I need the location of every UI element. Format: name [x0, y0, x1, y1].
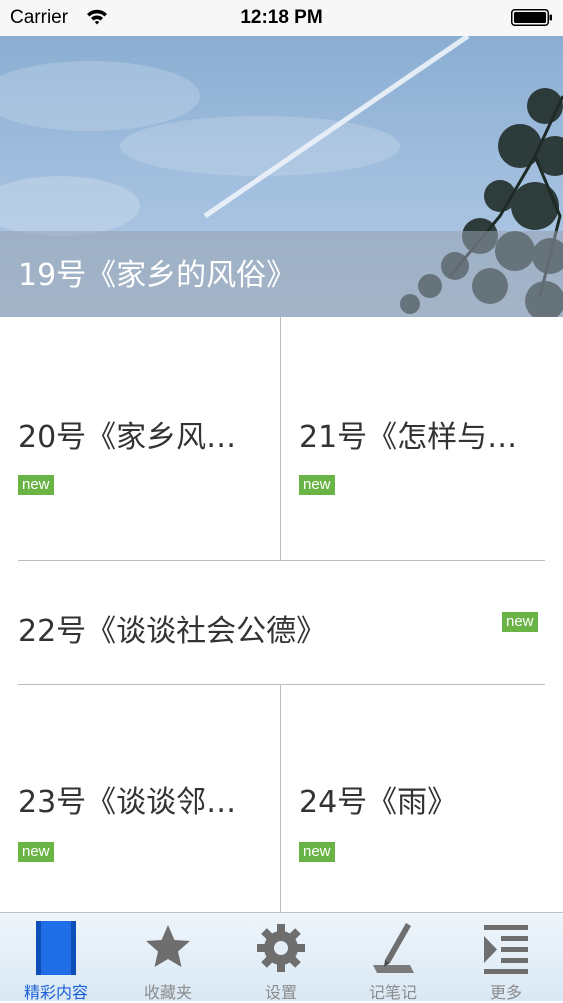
more-icon — [484, 925, 528, 974]
new-badge: new — [299, 475, 335, 495]
new-badge: new — [299, 842, 335, 862]
star-icon — [146, 925, 190, 967]
tab-label: 设置 — [264, 983, 297, 1002]
new-badge: new — [18, 842, 54, 862]
status-bar: Carrier 12:18 PM — [0, 0, 563, 36]
tab-bar: 精彩内容 收藏夹 设置 记笔记 更多 — [0, 912, 563, 1002]
tab-label: 更多 — [489, 983, 522, 1002]
new-badge: new — [502, 612, 538, 632]
hero-caption: 19号《家乡的风俗》 — [0, 231, 563, 317]
tab-favorites[interactable]: 收藏夹 — [112, 913, 224, 1002]
new-badge: new — [18, 475, 54, 495]
article-title: 20号《家乡风… — [18, 420, 237, 455]
tab-label: 精彩内容 — [23, 983, 88, 1002]
status-time: 12:18 PM — [240, 7, 323, 28]
article-cell-23[interactable]: 23号《谈谈邻… new — [0, 685, 280, 912]
article-title: 23号《谈谈邻… — [18, 785, 237, 820]
tab-settings[interactable]: 设置 — [225, 913, 337, 1002]
article-cell-20[interactable]: 20号《家乡风… new — [0, 317, 280, 560]
book-icon — [36, 921, 76, 975]
tab-notes[interactable]: 记笔记 — [337, 913, 449, 1002]
tab-more[interactable]: 更多 — [450, 913, 562, 1002]
pen-icon — [373, 923, 414, 973]
tab-label: 记笔记 — [368, 983, 417, 1002]
hero-title: 19号《家乡的风俗》 — [18, 258, 297, 293]
gear-icon — [257, 924, 305, 972]
article-title: 21号《怎样与… — [299, 420, 518, 455]
article-title: 24号《雨》 — [299, 785, 458, 820]
tab-featured[interactable]: 精彩内容 — [0, 913, 112, 1002]
article-cell-21[interactable]: 21号《怎样与… new — [281, 317, 563, 560]
article-cell-24[interactable]: 24号《雨》 new — [281, 685, 563, 912]
hero-banner[interactable]: 19号《家乡的风俗》 — [0, 36, 563, 317]
article-title: 22号《谈谈社会公德》 — [18, 614, 327, 649]
battery-icon — [511, 9, 552, 26]
tab-label: 收藏夹 — [143, 983, 192, 1002]
article-cell-22[interactable]: 22号《谈谈社会公德》 new — [0, 561, 563, 684]
